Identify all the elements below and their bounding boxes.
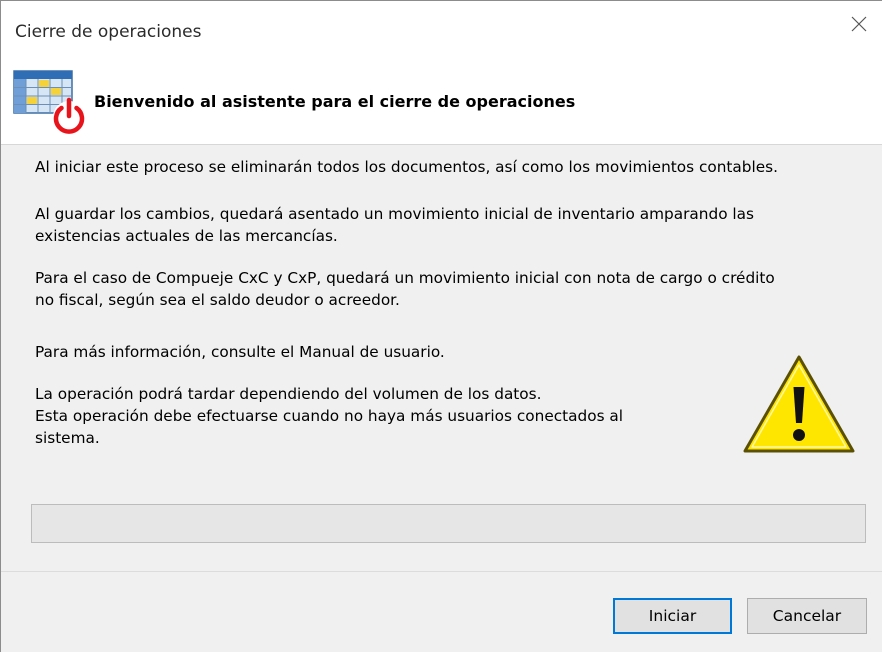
close-icon <box>851 16 867 32</box>
progress-bar <box>31 504 866 543</box>
wizard-title: Bienvenido al asistente para el cierre d… <box>94 92 576 111</box>
calendar-power-icon <box>13 70 85 134</box>
warning-triangle-icon <box>743 355 855 453</box>
info-text-duration: La operación podrá tardar dependiendo de… <box>35 385 542 403</box>
info-text-users-1: Esta operación debe efectuarse cuando no… <box>35 407 624 425</box>
info-text-cxc-1: Para el caso de Compueje CxC y CxP, qued… <box>35 269 775 287</box>
info-text-manual: Para más información, consulte el Manual… <box>35 343 445 361</box>
wizard-header: Bienvenido al asistente para el cierre d… <box>1 47 882 144</box>
start-button[interactable]: Iniciar <box>613 598 732 634</box>
info-text-delete: Al iniciar este proceso se eliminarán to… <box>35 158 779 176</box>
close-button[interactable] <box>836 1 882 47</box>
info-text-cxc-2: no fiscal, según sea el saldo deudor o a… <box>35 291 400 309</box>
footer-divider <box>1 571 882 572</box>
info-text-inventory-2: existencias actuales de las mercancías. <box>35 227 338 245</box>
window-title: Cierre de operaciones <box>15 22 202 42</box>
info-text-users-2: sistema. <box>35 429 100 447</box>
dialog-window: Cierre de operaciones Bienvenido al asis… <box>0 0 882 652</box>
cancel-button[interactable]: Cancelar <box>747 598 867 634</box>
header-divider <box>1 144 882 145</box>
info-text-inventory-1: Al guardar los cambios, quedará asentado… <box>35 205 755 223</box>
title-bar: Cierre de operaciones <box>1 1 882 47</box>
